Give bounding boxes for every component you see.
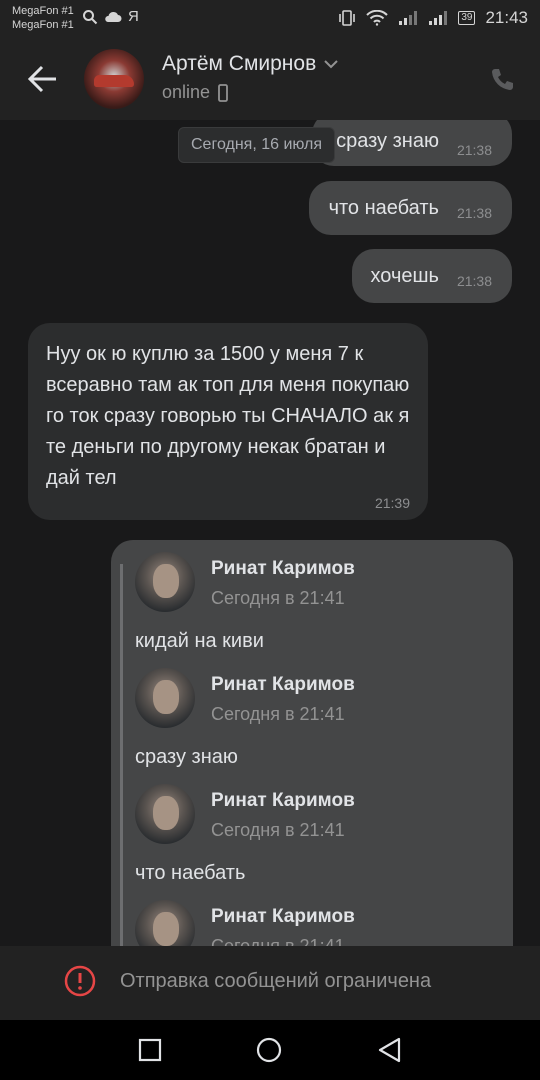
restricted-banner: Отправка сообщений ограничена — [0, 946, 540, 1020]
forwarded-text: сразу знаю — [135, 746, 238, 768]
author-name[interactable]: Ринат Каримов — [211, 558, 355, 580]
author-name[interactable]: Ринат Каримов — [211, 674, 355, 696]
forwarded-text: кидай на киви — [135, 630, 264, 652]
warning-icon — [64, 965, 96, 997]
car-image — [94, 75, 134, 87]
notification-icons: Я — [82, 8, 139, 25]
message-time: 21:38 — [456, 273, 492, 289]
clock: 21:43 — [485, 8, 528, 27]
search-icon — [83, 9, 98, 24]
avatar[interactable] — [135, 668, 195, 728]
forwarded-messages[interactable]: Ринат Каримов Сегодня в 21:41 кидай на к… — [111, 540, 513, 946]
date-separator: Сегодня, 16 июля — [178, 127, 336, 163]
face-image — [153, 680, 179, 714]
battery-icon: 39 — [458, 11, 476, 25]
message-text: Нуу ок ю куплю за 1500 у меня 7 к всерав… — [46, 343, 410, 489]
recents-icon[interactable] — [138, 1038, 162, 1062]
signal-icon-2 — [429, 11, 448, 25]
avatar[interactable] — [135, 552, 195, 612]
message-list[interactable]: сразу знаю 21:38 Сегодня, 16 июля что на… — [0, 120, 540, 946]
face-image — [153, 796, 179, 830]
avatar[interactable] — [135, 900, 195, 946]
message-outgoing[interactable]: хочешь 21:38 — [352, 249, 512, 303]
author-name[interactable]: Ринат Каримов — [211, 906, 355, 928]
forwarded-time: Сегодня в 21:41 — [211, 704, 345, 724]
online-text: online — [162, 82, 211, 102]
status-bar: MegaFon #1 MegaFon #1 Я 39 21:43 — [0, 0, 540, 38]
forwarded-time: Сегодня в 21:41 — [211, 820, 345, 840]
message-text: сразу знаю — [336, 130, 439, 152]
carrier-1: MegaFon #1 — [12, 5, 74, 17]
home-icon[interactable] — [256, 1037, 282, 1063]
carrier-labels: MegaFon #1 MegaFon #1 — [12, 4, 74, 32]
yandex-icon: Я — [128, 8, 139, 25]
wifi-icon — [366, 10, 389, 26]
back-icon[interactable] — [377, 1037, 403, 1063]
carrier-2: MegaFon #1 — [12, 19, 74, 31]
system-icons: 39 21:43 — [338, 8, 528, 28]
message-incoming[interactable]: Нуу ок ю куплю за 1500 у меня 7 к всерав… — [28, 323, 428, 520]
cloud-icon — [105, 11, 122, 22]
face-image — [153, 912, 179, 946]
message-time: 21:38 — [456, 205, 492, 221]
face-image — [153, 564, 179, 598]
forwarded-time: Сегодня в 21:41 — [211, 936, 345, 946]
forwarded-text: что наебать — [135, 862, 246, 884]
system-navbar — [0, 1020, 540, 1080]
forwarded-time: Сегодня в 21:41 — [211, 588, 345, 608]
forward-indicator — [120, 564, 123, 946]
message-text: хочешь — [370, 264, 439, 287]
contact-name-text: Артём Смирнов — [162, 52, 317, 75]
chat-header: Артём Смирнов online — [0, 38, 540, 120]
message-outgoing[interactable]: что наебать 21:38 — [308, 181, 512, 235]
vibrate-icon — [339, 10, 356, 26]
mobile-icon — [218, 83, 228, 102]
phone-icon[interactable] — [488, 66, 516, 94]
avatar[interactable] — [84, 49, 144, 109]
message-time: 21:39 — [374, 495, 410, 511]
back-arrow-icon[interactable] — [26, 62, 60, 96]
avatar[interactable] — [135, 784, 195, 844]
contact-name[interactable]: Артём Смирнов — [162, 52, 338, 76]
online-status: online — [162, 82, 228, 103]
message-outgoing[interactable]: сразу знаю 21:38 — [312, 120, 512, 166]
signal-icon — [399, 11, 418, 25]
author-name[interactable]: Ринат Каримов — [211, 790, 355, 812]
message-time: 21:38 — [456, 142, 492, 158]
restricted-text: Отправка сообщений ограничена — [120, 970, 432, 992]
chevron-down-icon — [324, 60, 338, 69]
message-text: что наебать — [328, 196, 439, 219]
